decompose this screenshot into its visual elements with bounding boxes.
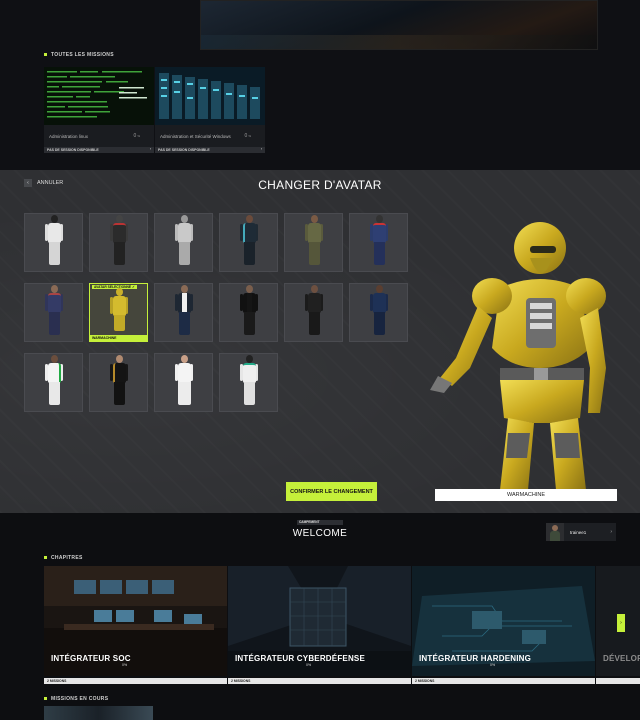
missions-section: TOUTES LES MISSIONS Administration linux… [0,0,640,170]
chapter-title: DÉVELOP [603,654,640,663]
session-status-bar: PAS DE SESSION DISPONIBLE › [44,147,154,153]
chapter-mission-count: 2 MISSIONS [412,678,595,684]
avatar-figure [369,285,388,337]
session-status-bar: PAS DE SESSION DISPONIBLE › [155,147,265,153]
modal-title: CHANGER D'AVATAR [258,178,382,192]
avatar-option[interactable] [89,353,148,412]
avatar-figure [109,215,128,267]
change-avatar-modal: ‹ ANNULER CHANGER D'AVATAR AVATAR SÉLECT… [0,170,640,513]
avatar-option[interactable] [219,213,278,272]
carousel-next-button[interactable]: › [617,614,625,632]
chapter-title: INTÉGRATEUR HARDENING [419,654,532,663]
avatar-figure [109,355,128,407]
avatar-option[interactable] [89,213,148,272]
avatar-figure [369,215,388,267]
campaign-section: CAMPEMENT WELCOME trainee1 › CHAPITRES I… [0,513,640,720]
mission-title: Administration et Sécurité Windows [160,134,231,139]
chapter-card-cyberdefense[interactable]: INTÉGRATEUR CYBERDÉFENSE 0% 2 MISSIONS [228,566,411,684]
server-rack-thumbnail [155,67,265,125]
chapter-title: INTÉGRATEUR CYBERDÉFENSE [235,654,365,663]
avatar-figure [239,215,258,267]
avatar-option[interactable] [219,283,278,342]
campaign-title: WELCOME [292,528,348,539]
avatar-option[interactable] [284,213,343,272]
avatar-preview-image [430,222,606,490]
user-profile-button[interactable]: trainee1 › [546,523,616,541]
chapter-title: INTÉGRATEUR SOC [51,654,131,663]
mission-card-windows[interactable]: Administration et Sécurité Windows 0% PA… [155,67,265,153]
mission-progress: 0% [244,133,251,139]
avatar-option[interactable] [349,283,408,342]
mission-card-linux[interactable]: Administration linux 0% PAS DE SESSION D… [44,67,154,153]
chapter-mission-count: 2 MISSIONS [44,678,227,684]
avatar-figure [44,215,63,267]
chapter-mission-count [596,678,640,684]
avatar-figure [304,215,323,267]
current-missions-label: MISSIONS EN COURS [44,696,108,702]
chevron-right-icon: › [610,529,612,535]
chapter-card-hardening[interactable]: INTÉGRATEUR HARDENING 0% 2 MISSIONS [412,566,595,684]
mission-title: Administration linux [49,134,89,139]
avatar-option[interactable] [284,283,343,342]
avatar-figure [174,355,193,407]
all-missions-label: TOUTES LES MISSIONS [44,52,114,58]
campaign-label: CAMPEMENT [297,520,343,525]
bullet-icon [44,556,47,560]
avatar-figure [44,355,63,407]
avatar-option[interactable] [24,283,83,342]
avatar [546,523,564,541]
bullet-icon [44,697,47,701]
avatar-option[interactable] [219,353,278,412]
chapter-progress: 0% [490,663,496,667]
current-mission-thumbnail[interactable] [44,706,153,720]
app-root: TOUTES LES MISSIONS Administration linux… [0,0,640,720]
avatar-figure [239,285,258,337]
selected-avatar-name: WARMACHINE [90,335,147,341]
bullet-icon [44,53,47,57]
avatar-figure [174,285,193,337]
avatar-option-selected[interactable]: AVATAR SÉLECTIONNÉ ✓ WARMACHINE [89,283,148,342]
avatar-option[interactable] [154,213,213,272]
confirm-change-button[interactable]: CONFIRMER LE CHANGEMENT [286,482,377,501]
arrow-right-icon: › [149,147,151,151]
avatar-option[interactable] [24,353,83,412]
avatar-option[interactable] [24,213,83,272]
chapter-progress: 0% [306,663,312,667]
avatar-option[interactable] [154,353,213,412]
arrow-right-icon: › [260,147,262,151]
avatar-figure [174,215,193,267]
avatar-option[interactable] [349,213,408,272]
preview-avatar-name: WARMACHINE [435,489,617,501]
avatar-figure [239,355,258,407]
avatar-figure [109,288,128,332]
terminal-thumbnail [44,67,154,125]
chapter-progress: 0% [122,663,128,667]
avatar-figure [304,285,323,337]
user-name: trainee1 [570,529,587,535]
chapter-card-soc[interactable]: INTÉGRATEUR SOC 0% 2 MISSIONS [44,566,227,684]
hero-banner-image [200,0,598,50]
mission-progress: 0% [133,133,140,139]
avatar-figure [44,285,63,337]
avatar-option[interactable] [154,283,213,342]
chapters-label: CHAPITRES [44,555,83,561]
chapter-mission-count: 2 MISSIONS [228,678,411,684]
